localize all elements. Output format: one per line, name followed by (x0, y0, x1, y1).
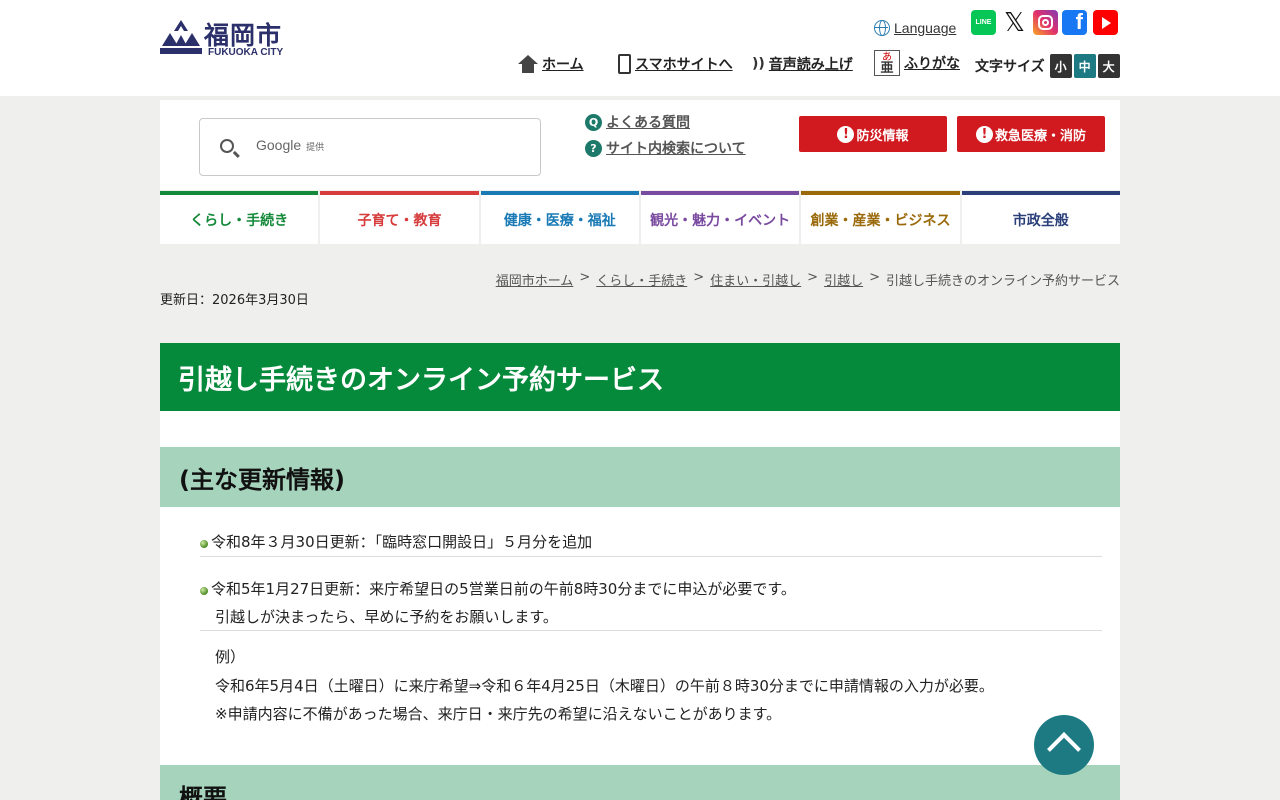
page-title: 引越し手続きのオンライン予約サービス (160, 343, 1120, 411)
voice-reading-link[interactable]: )) 音声読み上げ (752, 54, 853, 74)
news-item: 令和5年1月27日更新：来庁希望日の5営業日前の午前8時30分までに申込が必要で… (200, 574, 1102, 631)
globe-icon (874, 20, 890, 36)
back-to-top-button[interactable] (1034, 715, 1094, 775)
breadcrumb-separator: > (869, 270, 880, 285)
logo-subtext: FUKUOKA CITY (208, 47, 284, 58)
breadcrumb-link[interactable]: 福岡市ホーム (496, 270, 574, 289)
disaster-info-button[interactable]: ! 防災情報 (799, 116, 947, 152)
nav-item[interactable]: 観光・魅力・イベント (640, 191, 800, 244)
breadcrumb-link[interactable]: くらし・手続き (596, 270, 687, 289)
breadcrumb: 福岡市ホーム > くらし・手続き > 住まい・引越し > 引越し > 引越し手続きのオンライン予… (496, 270, 1120, 289)
facebook-icon[interactable]: f (1062, 9, 1087, 35)
faq-label: よくある質問 (606, 115, 690, 131)
breadcrumb-link[interactable]: 引越し (824, 270, 863, 289)
help-icon: ? (585, 139, 602, 157)
example-text: 令和6年5月4日（土曜日）に来庁希望⇒令和６年4月25日（木曜日）の午前８時30… (215, 676, 994, 695)
emergency-medical-button[interactable]: ! 救急医療・消防 (957, 116, 1105, 152)
breadcrumb-separator: > (693, 270, 705, 285)
font-size-large-button[interactable]: 大 (1097, 54, 1120, 78)
font-size-small-button[interactable]: 小 (1049, 54, 1072, 78)
site-logo[interactable]: 福岡市 FUKUOKA CITY (160, 16, 300, 60)
news-text: 令和5年1月27日更新：来庁希望日の5営業日前の午前8時30分までに申込が必要で… (211, 579, 796, 598)
sound-wave-icon: )) (752, 56, 765, 72)
news-text-continued: 引越しが決まったら、早めに予約をお願いします。 (215, 607, 558, 626)
language-link[interactable]: Language (874, 20, 956, 36)
faq-icon: Q (585, 113, 602, 131)
search-icon (220, 139, 234, 153)
furigana-icon: あ亜 (874, 50, 900, 76)
nav-item[interactable]: 創業・産業・ビジネス (801, 191, 960, 244)
global-nav: くらし・手続き 子育て・教育 健康・医療・福祉 観光・魅力・イベント 創業・産業・ビジネ… (160, 191, 1120, 244)
breadcrumb-current: 引越し手続きのオンライン予約サービス (885, 274, 1120, 289)
nav-item[interactable]: くらし・手続き (160, 191, 319, 244)
site-header: 福岡市 FUKUOKA CITY Language LINE 𝕏 f ホーム ス… (0, 0, 1280, 96)
play-icon (1102, 16, 1111, 29)
search-provider-name: Google (256, 137, 302, 153)
news-text: 令和8年３月30日更新：「臨時窓口開設日」５月分を追加 (211, 532, 593, 551)
nav-item[interactable]: 市政全般 (961, 191, 1120, 244)
smartphone-site-link[interactable]: スマホサイトへ (618, 54, 733, 74)
furigana-icon-bottom: 亜 (880, 61, 894, 76)
voice-reading-label: 音声読み上げ (768, 57, 853, 73)
city-emblem-icon (160, 20, 202, 54)
updated-date: 更新日：2026年3月30日 (160, 293, 309, 308)
home-icon (518, 55, 538, 73)
furigana-link[interactable]: あ亜 ふりがな (874, 50, 960, 76)
emergency-medical-label: 救急医療・消防 (994, 128, 1086, 144)
font-size-medium-button[interactable]: 中 (1073, 54, 1096, 78)
line-icon[interactable]: LINE (971, 10, 996, 35)
example-block: 例） 令和6年5月4日（土曜日）に来庁希望⇒令和６年4月25日（木曜日）の午前８… (215, 643, 994, 729)
section-heading-overview: 概要 (160, 765, 1120, 800)
furigana-label: ふりがな (904, 56, 960, 72)
x-twitter-icon[interactable]: 𝕏 (1002, 7, 1027, 37)
bullet-icon (200, 587, 208, 595)
font-size-label: 文字サイズ (975, 59, 1045, 75)
bullet-icon (200, 540, 208, 548)
exclamation-icon: ! (975, 125, 993, 143)
example-note: ※申請内容に不備があった場合、来庁日・来庁先の希望に沿えないことがあります。 (215, 705, 782, 723)
font-size-control: 文字サイズ 小 中 大 (975, 54, 1120, 78)
faq-link[interactable]: Q よくある質問 (585, 112, 690, 132)
home-link[interactable]: ホーム (518, 54, 584, 74)
nav-item[interactable]: 子育て・教育 (320, 191, 479, 244)
smartphone-label: スマホサイトへ (635, 57, 733, 73)
breadcrumb-separator: > (807, 270, 819, 285)
search-provider-label: Google 提供 (256, 137, 324, 153)
language-label: Language (894, 20, 957, 36)
news-item: 令和8年３月30日更新：「臨時窓口開設日」５月分を追加 (200, 527, 1102, 557)
home-label: ホーム (542, 57, 584, 73)
instagram-icon[interactable] (1033, 10, 1058, 35)
disaster-info-label: 防災情報 (856, 128, 909, 144)
smartphone-icon (618, 54, 631, 74)
section-heading-updates: (主な更新情報) (160, 447, 1120, 507)
search-provider-suffix: 提供 (306, 142, 325, 152)
search-help-label: サイト内検索について (606, 141, 746, 157)
breadcrumb-separator: > (579, 270, 591, 285)
breadcrumb-link[interactable]: 住まい・引越し (710, 270, 801, 289)
camera-icon (1038, 15, 1053, 30)
main-content: 引越し手続きのオンライン予約サービス (主な更新情報) 令和8年３月30日更新：… (160, 343, 1120, 800)
example-label: 例） (215, 648, 246, 666)
search-panel: Google 提供 Q よくある質問 ? サイト内検索について ! 防災情報 ! … (160, 100, 1120, 190)
youtube-icon[interactable] (1093, 10, 1118, 35)
site-search-input[interactable]: Google 提供 (199, 118, 541, 176)
exclamation-icon: ! (837, 125, 855, 143)
nav-item[interactable]: 健康・医療・福祉 (480, 191, 639, 244)
search-help-link[interactable]: ? サイト内検索について (585, 138, 746, 158)
